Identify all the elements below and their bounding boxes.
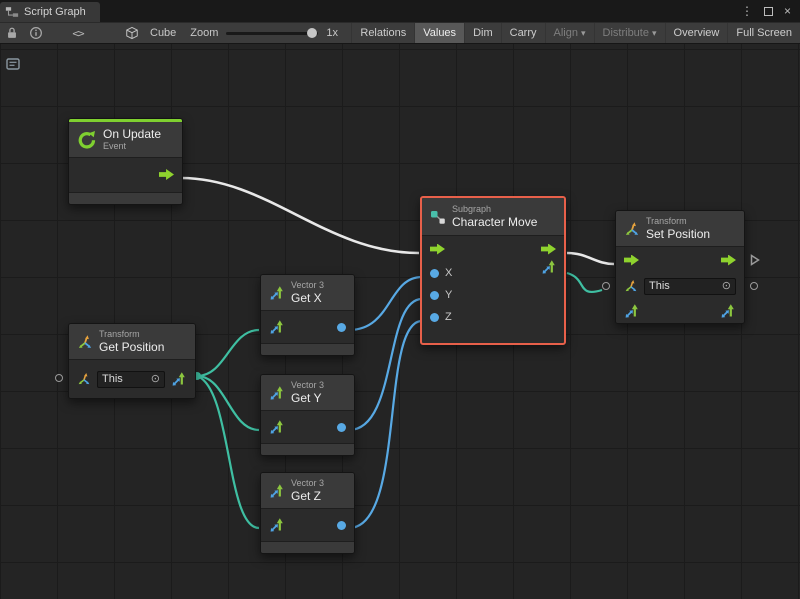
node-category: Vector 3: [291, 380, 324, 391]
info-icon[interactable]: [24, 23, 48, 43]
node-footer: [261, 541, 354, 553]
target-object-name[interactable]: Cube: [144, 27, 182, 39]
zoom-value: 1x: [326, 27, 338, 39]
node-title: Get X: [291, 291, 324, 305]
node-get-position[interactable]: Transform Get Position This ⊙: [68, 323, 196, 399]
z-port-label: Z: [445, 311, 452, 323]
transform-icon: [624, 221, 640, 237]
graph-toolbar: <> Cube Zoom 1x Relations Values Dim Car…: [0, 22, 800, 44]
node-category: Transform: [646, 216, 710, 227]
tab-title: Script Graph: [24, 6, 86, 18]
transform-icon: [77, 334, 93, 350]
relations-button[interactable]: Relations: [351, 23, 414, 43]
window-tab-bar: Script Graph ⋮ ×: [0, 0, 800, 22]
zoom-slider[interactable]: [226, 32, 318, 35]
flow-output-port[interactable]: [159, 169, 174, 180]
vector3-input-port[interactable]: [269, 319, 285, 335]
align-button[interactable]: Align▾: [545, 23, 594, 43]
node-title: Set Position: [646, 227, 710, 241]
float-output-port[interactable]: [337, 423, 346, 432]
z-input-port[interactable]: [430, 313, 439, 322]
kebab-menu-icon[interactable]: ⋮: [741, 4, 753, 18]
dim-button[interactable]: Dim: [464, 23, 501, 43]
close-icon[interactable]: ×: [784, 4, 791, 18]
float-output-port[interactable]: [337, 521, 346, 530]
graph-canvas[interactable]: On Update Event Transform Get Position T…: [0, 44, 800, 599]
this-object-field[interactable]: This ⊙: [644, 278, 736, 295]
node-on-update[interactable]: On Update Event: [68, 118, 183, 205]
vector3-icon: [269, 285, 285, 301]
overview-button[interactable]: Overview: [665, 23, 728, 43]
flow-input-port[interactable]: [430, 244, 445, 255]
node-title: Character Move: [452, 215, 537, 229]
transform-type-icon: [77, 372, 91, 386]
flow-output-port[interactable]: [721, 255, 736, 266]
vector3-output-port[interactable]: [171, 371, 187, 387]
chevron-down-icon: ▾: [581, 28, 586, 39]
y-input-port[interactable]: [430, 291, 439, 300]
object-picker-icon[interactable]: ⊙: [151, 374, 160, 385]
vector3-icon: [269, 385, 285, 401]
node-category: Event: [103, 141, 161, 152]
node-category: Vector 3: [291, 478, 324, 489]
node-set-position[interactable]: Transform Set Position This ⊙: [615, 210, 745, 324]
flow-input-port[interactable]: [624, 255, 639, 266]
edit-source-icon[interactable]: <>: [66, 23, 90, 43]
script-graph-icon: [5, 5, 19, 19]
node-category: Subgraph: [452, 204, 537, 215]
node-footer: [69, 192, 182, 204]
canvas-inspector-icon[interactable]: [5, 56, 21, 72]
this-input-port[interactable]: [55, 374, 63, 382]
cube-icon: [120, 23, 144, 43]
node-category: Transform: [99, 329, 164, 340]
this-field-value: This: [649, 280, 670, 292]
node-footer: [261, 443, 354, 455]
transform-output-port[interactable]: [720, 303, 736, 319]
node-get-x[interactable]: Vector 3 Get X: [260, 274, 355, 356]
x-input-port[interactable]: [430, 269, 439, 278]
x-port-label: X: [445, 267, 452, 279]
node-title: Get Y: [291, 391, 324, 405]
y-port-label: Y: [445, 289, 452, 301]
zoom-slider-knob[interactable]: [307, 28, 317, 38]
float-output-port[interactable]: [337, 323, 346, 332]
on-update-icon: [77, 130, 97, 150]
node-title: On Update: [103, 127, 161, 141]
node-footer: [261, 343, 354, 355]
node-character-move[interactable]: Subgraph Character Move X Y Z: [420, 196, 566, 345]
vector3-output-port[interactable]: [541, 259, 557, 275]
subgraph-icon: [430, 209, 446, 225]
carry-button[interactable]: Carry: [501, 23, 545, 43]
object-picker-icon[interactable]: ⊙: [722, 281, 731, 292]
flow-outer-port[interactable]: [750, 254, 760, 266]
vector3-input-port[interactable]: [269, 517, 285, 533]
flow-output-port[interactable]: [541, 244, 556, 255]
tab-script-graph[interactable]: Script Graph: [0, 2, 100, 22]
node-get-z[interactable]: Vector 3 Get Z: [260, 472, 355, 554]
transform-type-icon: [624, 279, 638, 293]
maximize-icon[interactable]: [764, 7, 773, 16]
vector3-input-port[interactable]: [624, 303, 640, 319]
this-field-value: This: [102, 373, 123, 385]
full-screen-button[interactable]: Full Screen: [727, 23, 800, 43]
lock-icon[interactable]: [0, 23, 24, 43]
transform-outer-port[interactable]: [750, 282, 758, 290]
node-category: Vector 3: [291, 280, 324, 291]
values-button[interactable]: Values: [414, 23, 464, 43]
this-input-port[interactable]: [602, 282, 610, 290]
node-title: Get Position: [99, 340, 164, 354]
node-get-y[interactable]: Vector 3 Get Y: [260, 374, 355, 456]
this-object-field[interactable]: This ⊙: [97, 371, 165, 388]
distribute-button[interactable]: Distribute▾: [594, 23, 665, 43]
vector3-input-port[interactable]: [269, 419, 285, 435]
vector3-icon: [269, 483, 285, 499]
zoom-label: Zoom: [190, 27, 218, 39]
node-title: Get Z: [291, 489, 324, 503]
chevron-down-icon: ▾: [652, 28, 657, 39]
